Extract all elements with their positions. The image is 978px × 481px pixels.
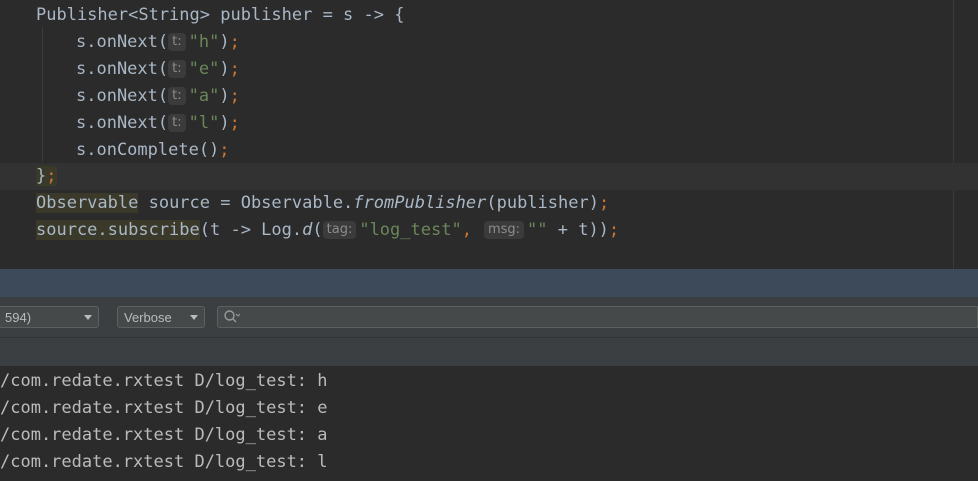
code-text: )	[219, 86, 230, 106]
parameter-hint: t:	[168, 87, 186, 105]
semicolon: ;	[598, 193, 610, 213]
static-method: fromPublisher	[353, 193, 487, 213]
semicolon: ;	[608, 220, 620, 240]
code-text: + t))	[547, 220, 609, 240]
closing-brace: }	[36, 166, 47, 186]
code-line-4[interactable]: s.onNext(t: "a");	[0, 83, 978, 110]
chevron-down-icon	[84, 315, 92, 320]
semicolon: ;	[229, 32, 240, 52]
code-line-2[interactable]: s.onNext(t: "h");	[0, 29, 978, 56]
parameter-hint-msg: msg:	[483, 221, 525, 239]
code-text: )	[219, 32, 230, 52]
semicolon: ;	[229, 86, 240, 106]
highlighted-call: source.subscribe	[36, 220, 200, 240]
string-literal: "l"	[188, 113, 220, 133]
code-text: (	[312, 220, 323, 240]
log-line: /com.redate.rxtest D/log_test: a	[0, 425, 328, 445]
code-text: s.onNext(	[76, 59, 169, 79]
log-line: /com.redate.rxtest D/log_test: l	[0, 452, 328, 472]
code-text: s.onNext(	[76, 86, 169, 106]
static-method: d	[302, 220, 313, 240]
log-line: /com.redate.rxtest D/log_test: h	[0, 371, 328, 391]
chevron-down-icon	[190, 315, 198, 320]
parameter-hint: t:	[168, 60, 186, 78]
log-level-value: Verbose	[124, 310, 172, 325]
code-text: s.onComplete()	[76, 140, 220, 160]
code-text: )	[219, 59, 230, 79]
parameter-hint-tag: tag:	[322, 221, 357, 239]
semicolon: ;	[219, 140, 230, 160]
parameter-hint: t:	[168, 33, 186, 51]
type-name: Observable	[36, 193, 139, 213]
logcat-toolbar: 594) Verbose	[0, 297, 978, 338]
semicolon: ;	[229, 59, 240, 79]
code-text: )	[219, 113, 230, 133]
semicolon: ;	[46, 166, 57, 186]
editor-status-strip	[0, 269, 978, 297]
process-dropdown[interactable]: 594)	[0, 306, 99, 328]
code-line-1[interactable]: Publisher<String> publisher = s -> {	[0, 2, 978, 29]
code-text: source = Observable.	[138, 193, 354, 213]
code-text: Publisher<String> publisher = s -> {	[36, 5, 405, 25]
string-literal: "log_test"	[359, 220, 462, 240]
code-line-9[interactable]: source.subscribe(t -> Log.d(tag: "log_tes…	[0, 217, 978, 244]
logcat-search-input[interactable]	[217, 306, 978, 328]
code-line-8[interactable]: Observable source = Observable.fromPubli…	[0, 190, 978, 217]
code-line-3[interactable]: s.onNext(t: "e");	[0, 56, 978, 83]
search-icon	[223, 309, 241, 329]
string-literal: ""	[527, 220, 548, 240]
log-level-dropdown[interactable]: Verbose	[117, 306, 205, 328]
logcat-header-strip	[0, 338, 978, 366]
string-literal: "h"	[188, 32, 220, 52]
process-dropdown-value: 594)	[5, 310, 32, 325]
code-line-7-current[interactable]: };	[0, 163, 978, 190]
parameter-hint: t:	[168, 114, 186, 132]
semicolon: ;	[229, 113, 240, 133]
code-text: (publisher)	[486, 193, 599, 213]
code-editor[interactable]: Publisher<String> publisher = s -> { s.o…	[0, 0, 978, 269]
code-line-6[interactable]: s.onComplete();	[0, 137, 978, 164]
code-text: (t -> Log.	[199, 220, 303, 240]
string-literal: "e"	[188, 59, 220, 79]
code-text: s.onNext(	[76, 113, 169, 133]
logcat-output[interactable]: /com.redate.rxtest D/log_test: h /com.re…	[0, 366, 978, 481]
code-line-5[interactable]: s.onNext(t: "l");	[0, 110, 978, 137]
comma: ,	[461, 220, 472, 240]
string-literal: "a"	[188, 86, 220, 106]
log-line: /com.redate.rxtest D/log_test: e	[0, 398, 328, 418]
code-text: s.onNext(	[76, 32, 169, 52]
